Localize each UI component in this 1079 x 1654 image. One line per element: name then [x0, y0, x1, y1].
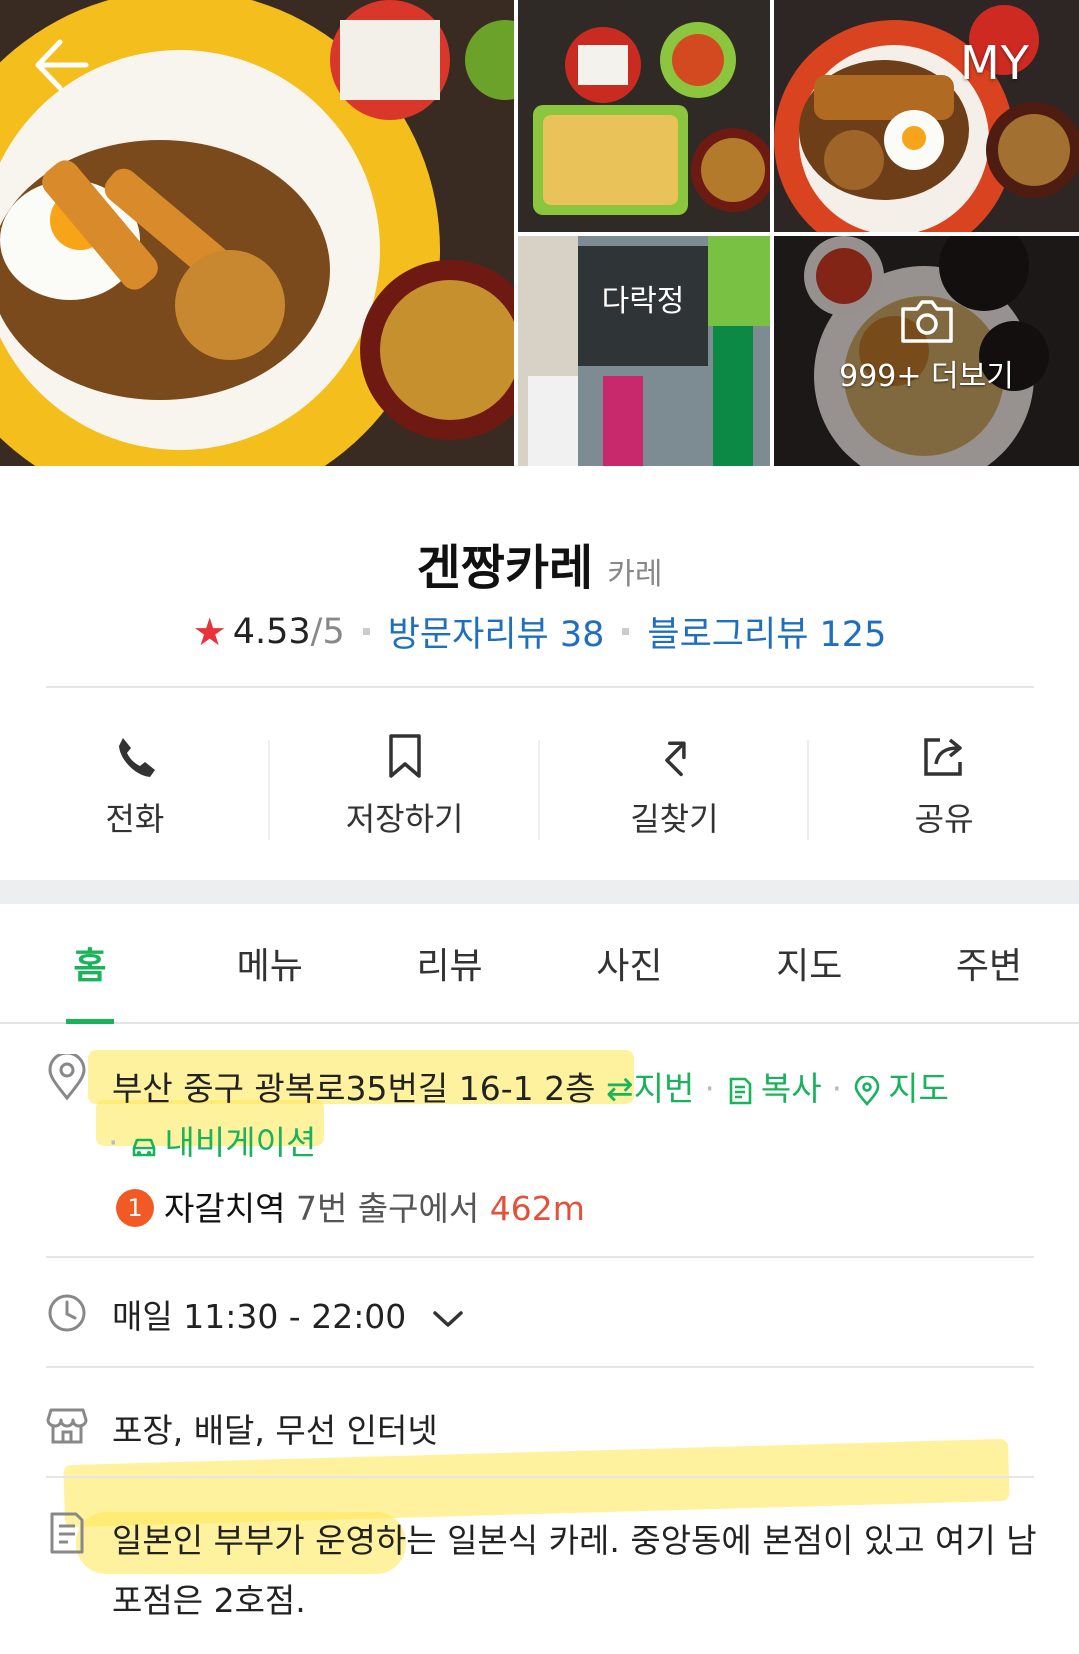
lot-number-label: 지번: [633, 1069, 695, 1108]
navigation-link[interactable]: 내비게이션: [129, 1123, 317, 1162]
rating-score: 4.53: [232, 611, 311, 652]
save-button[interactable]: 저장하기: [270, 720, 540, 850]
phone-icon: [118, 738, 155, 777]
address-line: 부산 중구 광복로35번길 16-1 2층 ⇄지번 · 복사 · 지도: [112, 1062, 949, 1110]
car-icon: [132, 1138, 155, 1156]
chevron-down-icon: [433, 1310, 463, 1327]
tab-photos[interactable]: 사진: [539, 904, 719, 1022]
divider: [46, 1476, 1034, 1478]
lot-number-toggle[interactable]: ⇄지번: [606, 1069, 694, 1108]
exit-text: 7번 출구에서: [285, 1189, 490, 1228]
call-button[interactable]: 전화: [0, 720, 270, 850]
separator-dot: ·: [108, 1123, 119, 1162]
place-category: 카레: [607, 557, 663, 592]
subway-line-badge: 1: [116, 1189, 154, 1227]
tab-reviews[interactable]: 리뷰: [360, 904, 540, 1022]
map-link[interactable]: 지도: [852, 1069, 949, 1108]
photo-thumb-1[interactable]: [518, 0, 770, 232]
bookmark-icon: [388, 734, 421, 778]
services-text: 포장, 배달, 무선 인터넷: [112, 1411, 438, 1450]
svg-text:다락정: 다락정: [602, 284, 685, 319]
distance-text: 462m: [489, 1189, 585, 1228]
directions-button[interactable]: 길찾기: [540, 720, 810, 850]
divider: [46, 686, 1034, 688]
copy-icon: [729, 1077, 752, 1104]
photo-thumb-more[interactable]: 999+ 더보기: [774, 236, 1079, 466]
navigation-label: 내비게이션: [164, 1123, 317, 1162]
tab-map[interactable]: 지도: [719, 904, 899, 1022]
place-header: 겐짱카레 카레: [0, 528, 1079, 598]
copy-address-button[interactable]: 복사: [725, 1069, 822, 1108]
tab-home[interactable]: 홈: [0, 904, 180, 1022]
tab-nearby[interactable]: 주변: [899, 904, 1079, 1022]
divider: [46, 1256, 1034, 1258]
photo-thumb-2[interactable]: [774, 0, 1079, 232]
share-button[interactable]: 공유: [809, 720, 1079, 850]
photo-thumb-3[interactable]: 다락정: [518, 236, 770, 466]
address-text: 부산 중구 광복로35번길 16-1 2층: [112, 1069, 596, 1108]
swap-icon: ⇄: [605, 1069, 634, 1108]
camera-icon: [900, 300, 953, 343]
visitor-reviews-link[interactable]: 방문자리뷰 38: [388, 606, 605, 657]
separator-dot: [362, 628, 370, 635]
hours-row[interactable]: 매일 11:30 - 22:00: [112, 1290, 465, 1338]
location-pin-icon: [48, 1054, 86, 1100]
directions-label: 길찾기: [630, 800, 719, 838]
separator-dot: ·: [831, 1069, 843, 1108]
place-name: 겐짱카레: [416, 540, 594, 596]
star-icon: ★: [192, 609, 227, 654]
photo-gallery: 다락정 999+ 더보기 MY: [0, 0, 1079, 490]
navigation-line: · 내비게이션: [108, 1116, 316, 1164]
hours-text: 매일 11:30 - 22:00: [112, 1297, 407, 1336]
section-separator: [0, 880, 1079, 904]
share-label: 공유: [914, 800, 974, 838]
share-icon: [924, 738, 962, 776]
map-pin-icon: [854, 1075, 880, 1106]
blog-reviews-link[interactable]: 블로그리뷰 125: [647, 606, 886, 657]
action-bar: 전화 저장하기 길찾기 공유: [0, 720, 1079, 850]
back-arrow-icon[interactable]: [30, 36, 96, 94]
description-icon: [50, 1512, 84, 1554]
tab-bar: 홈 메뉴 리뷰 사진 지도 주변: [0, 904, 1079, 1024]
more-photos-label: 999+ 더보기: [839, 359, 1014, 394]
store-icon: [46, 1408, 88, 1444]
copy-label: 복사: [760, 1069, 822, 1108]
rating-row: ★ 4.53/5 방문자리뷰 38 블로그리뷰 125: [0, 606, 1079, 657]
directions-icon: [665, 741, 687, 777]
save-label: 저장하기: [345, 800, 464, 838]
station-name: 자갈치역: [164, 1189, 286, 1228]
separator-dot: ·: [704, 1069, 715, 1108]
map-label: 지도: [888, 1069, 949, 1108]
call-label: 전화: [105, 800, 165, 838]
my-button[interactable]: MY: [960, 36, 1030, 90]
rating-max: /5: [310, 611, 345, 652]
clock-icon: [48, 1294, 86, 1332]
tab-menu[interactable]: 메뉴: [180, 904, 360, 1022]
subway-directions: 자갈치역 7번 출구에서 462m: [164, 1182, 585, 1230]
more-photos-overlay[interactable]: 999+ 더보기: [774, 236, 1079, 466]
separator-dot: [622, 628, 630, 635]
description-line-1: 일본인 부부가 운영하는 일본식 카레. 중앙동에 본점이 있고 여기 남: [112, 1521, 1037, 1560]
divider: [46, 1366, 1034, 1368]
description-line-2: 포점은 2호점.: [112, 1581, 306, 1620]
